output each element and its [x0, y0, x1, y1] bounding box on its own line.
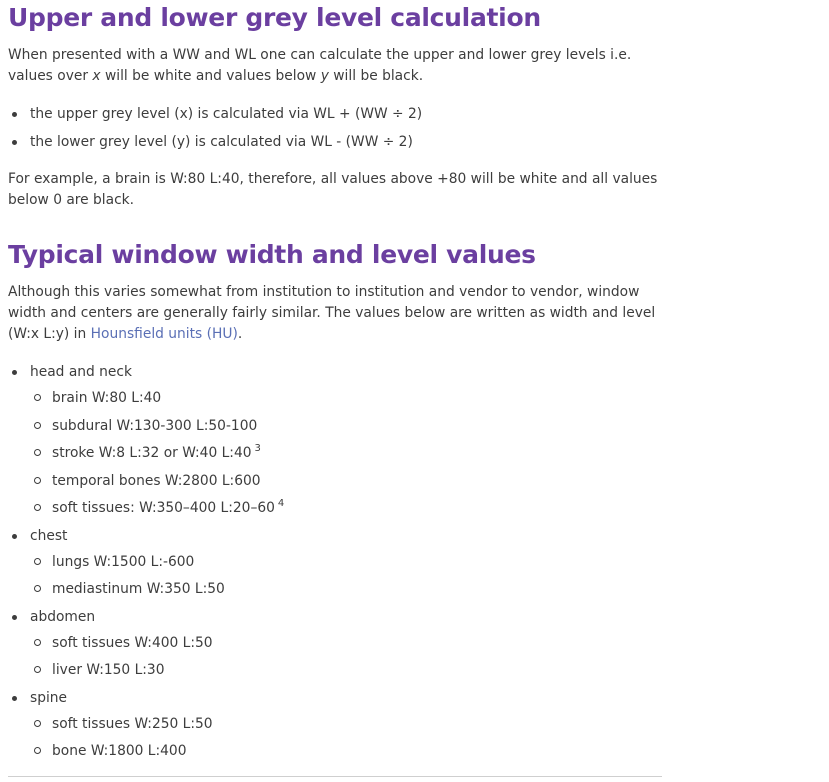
item-text: brain W:80 L:40	[52, 390, 162, 406]
list-item: lungs W:1500 L:-600	[30, 552, 284, 580]
item-text: soft tissues W:250 L:50	[52, 715, 213, 732]
item-text: stroke W:8 L:32 or W:40 L:40	[52, 445, 252, 461]
section-heading-window-values: Typical window width and level values	[8, 240, 536, 269]
sub-list: soft tissues W:250 L:50 bone W:1800 L:40…	[30, 714, 284, 769]
list-item: subdural W:130-300 L:50-100	[30, 416, 284, 444]
category-spine: spine soft tissues W:250 L:50 bone W:180…	[8, 688, 284, 769]
intro-end: .	[237, 326, 243, 342]
item-text: liver W:150 L:30	[52, 662, 165, 678]
item-text: soft tissues: W:350–400 L:20–60	[52, 500, 275, 516]
list-item: mediastinum W:350 L:50	[30, 579, 284, 607]
list-item: bone W:1800 L:400	[30, 741, 284, 769]
list-item: stroke W:8 L:32 or W:40 L:40 3	[30, 443, 284, 471]
category-label: abdomen	[11, 607, 284, 633]
intro-text-3: will be black.	[328, 68, 424, 84]
section-heading-grey-level: Upper and lower grey level calculation	[8, 3, 541, 32]
sub-list: brain W:80 L:40 subdural W:130-300 L:50-…	[30, 388, 284, 526]
category-label: chest	[11, 526, 284, 552]
category-label: head and neck	[11, 362, 284, 388]
sub-list: soft tissues W:400 L:50 liver W:150 L:30	[30, 633, 284, 688]
list-item: the upper grey level (x) is calculated v…	[8, 104, 422, 132]
item-text: soft tissues W:400 L:50	[52, 634, 213, 651]
sub-list: lungs W:1500 L:-600 mediastinum W:350 L:…	[30, 552, 284, 607]
intro-var-x: x	[92, 68, 101, 84]
list-item: liver W:150 L:30	[30, 660, 284, 688]
item-text: bone W:1800 L:400	[52, 743, 187, 759]
window-values-intro: Although this varies somewhat from insti…	[8, 282, 664, 345]
section-divider	[8, 776, 662, 777]
list-item: soft tissues: W:350–400 L:20–60 4	[30, 498, 284, 526]
grey-level-example: For example, a brain is W:80 L:40, there…	[8, 171, 658, 208]
list-item: brain W:80 L:40	[30, 388, 284, 416]
list-item: the lower grey level (y) is calculated v…	[8, 132, 422, 160]
category-chest: chest lungs W:1500 L:-600 mediastinum W:…	[8, 526, 284, 607]
category-label: spine	[11, 688, 284, 714]
intro-var-y: y	[320, 68, 329, 84]
item-text: temporal bones W:2800 L:600	[52, 472, 261, 489]
item-text: lungs W:1500 L:-600	[52, 553, 195, 570]
list-item: soft tissues W:400 L:50	[30, 633, 284, 661]
reference-superscript[interactable]: 3	[255, 443, 261, 454]
list-item: soft tissues W:250 L:50	[30, 714, 284, 742]
grey-level-formula-list: the upper grey level (x) is calculated v…	[8, 104, 422, 160]
window-values-list: head and neck brain W:80 L:40 subdural W…	[8, 362, 284, 769]
intro-text-2: will be white and values below	[100, 68, 321, 84]
item-text: subdural W:130-300 L:50-100	[52, 417, 258, 434]
item-text: mediastinum W:350 L:50	[52, 581, 225, 597]
category-head-and-neck: head and neck brain W:80 L:40 subdural W…	[8, 362, 284, 526]
category-abdomen: abdomen soft tissues W:400 L:50 liver W:…	[8, 607, 284, 688]
grey-level-intro: When presented with a WW and WL one can …	[8, 45, 660, 87]
list-item: temporal bones W:2800 L:600	[30, 471, 284, 499]
hounsfield-units-link[interactable]: Hounsfield units (HU)	[91, 326, 238, 342]
reference-superscript[interactable]: 4	[278, 498, 284, 509]
